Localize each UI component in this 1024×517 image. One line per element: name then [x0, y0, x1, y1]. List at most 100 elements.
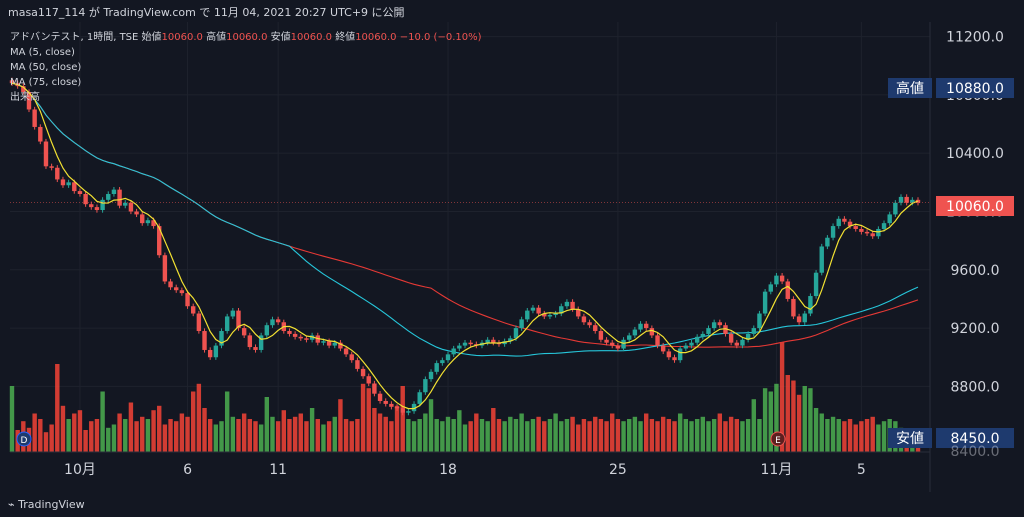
volume-bar	[332, 416, 337, 452]
volume-bar	[151, 410, 156, 452]
tradingview-logo[interactable]: ⌁ TradingView	[8, 498, 85, 511]
candle-body	[536, 307, 541, 314]
volume-bar	[796, 394, 802, 452]
low-label: 安値	[270, 32, 291, 43]
volume-bar	[813, 408, 819, 452]
volume-bar	[241, 413, 247, 452]
candle-body	[779, 275, 785, 282]
candle-body	[870, 233, 875, 237]
candle-body	[768, 284, 773, 292]
volume-bar	[434, 419, 439, 452]
candle-body	[525, 310, 530, 320]
volume-bar	[292, 416, 298, 452]
volume-bar	[847, 419, 853, 452]
volume-bar	[355, 419, 360, 452]
candle-body	[808, 296, 813, 314]
volume-bar	[275, 421, 281, 452]
volume-bar	[706, 421, 711, 452]
candle-body	[757, 313, 762, 329]
candle-body	[813, 272, 819, 297]
volume-bar	[128, 402, 134, 452]
volume-bar	[360, 383, 366, 452]
price-tick-label: 8800.0	[951, 379, 1000, 395]
candle-body	[728, 333, 734, 343]
volume-bar	[853, 424, 858, 452]
candle-body	[819, 246, 824, 273]
volume-bar	[740, 421, 745, 452]
volume-bar	[406, 419, 411, 452]
volume-bar	[502, 421, 507, 452]
candle-body	[372, 383, 377, 394]
candle-body	[791, 298, 796, 317]
volume-bar	[536, 416, 541, 452]
volume-bar	[842, 421, 847, 452]
dividend-marker[interactable]: D	[16, 431, 32, 447]
volume-bar	[513, 419, 519, 452]
volume-bar	[72, 413, 77, 452]
candle-body	[55, 167, 60, 180]
volume-bar	[43, 432, 49, 452]
candle-body	[655, 335, 660, 346]
volume-bar	[417, 419, 422, 452]
candle-body	[423, 379, 428, 393]
volume-bar	[207, 419, 213, 452]
volume-bar	[627, 419, 632, 452]
candle-body	[241, 328, 247, 336]
candle-body	[174, 287, 179, 291]
candle-body	[587, 322, 592, 326]
volume-bar	[60, 405, 66, 452]
volume-bar	[836, 419, 841, 452]
candle-body	[751, 328, 756, 334]
volume-bar	[253, 421, 258, 452]
ma75-legend[interactable]: MA (75, close)	[10, 75, 482, 90]
volume-bar	[683, 419, 689, 452]
volume-bar	[94, 419, 100, 452]
candle-body	[864, 231, 870, 234]
candle-body	[43, 141, 49, 167]
candle-body	[168, 281, 173, 288]
open-value: 10060.0	[161, 32, 203, 43]
candle-body	[332, 342, 337, 346]
high-value: 10060.0	[226, 32, 268, 43]
candle-body	[570, 301, 575, 310]
volume-bar	[111, 424, 117, 452]
time-tick-label: 25	[609, 462, 627, 478]
volume-bar	[519, 413, 524, 452]
volume-bar	[179, 413, 185, 452]
ma5-legend[interactable]: MA (5, close)	[10, 45, 482, 60]
candle-body	[842, 218, 847, 222]
candle-body	[876, 228, 881, 237]
volume-bar	[598, 419, 604, 452]
volume-bar	[230, 416, 236, 452]
candle-body	[666, 351, 672, 358]
candle-body	[179, 290, 185, 294]
candle-body	[123, 202, 128, 206]
volume-bar	[610, 413, 615, 452]
volume-bar	[830, 416, 836, 452]
volume-bar	[140, 416, 145, 452]
volume-bar	[66, 419, 71, 452]
candle-body	[689, 342, 694, 346]
candle-body	[440, 360, 445, 364]
candle-body	[128, 202, 134, 212]
candle-body	[349, 354, 354, 361]
candle-body	[162, 255, 168, 282]
candle-body	[513, 328, 519, 339]
volume-bar	[819, 413, 824, 452]
high-label: 高値	[206, 32, 227, 43]
candle-body	[355, 360, 360, 369]
volume-bar	[881, 421, 887, 452]
ma50-legend[interactable]: MA (50, close)	[10, 60, 482, 75]
volume-bar	[83, 430, 88, 452]
time-tick-label: 5	[857, 462, 866, 478]
volume-bar	[496, 419, 502, 452]
candle-body	[468, 342, 473, 345]
candle-body	[49, 166, 54, 168]
candle-body	[389, 403, 394, 407]
earnings-marker[interactable]: E	[770, 431, 786, 447]
volume-legend[interactable]: 出来高	[10, 90, 482, 105]
candle-body	[292, 333, 298, 337]
volume-bar	[462, 424, 468, 452]
volume-bar	[734, 419, 739, 452]
volume-bar	[338, 399, 343, 452]
